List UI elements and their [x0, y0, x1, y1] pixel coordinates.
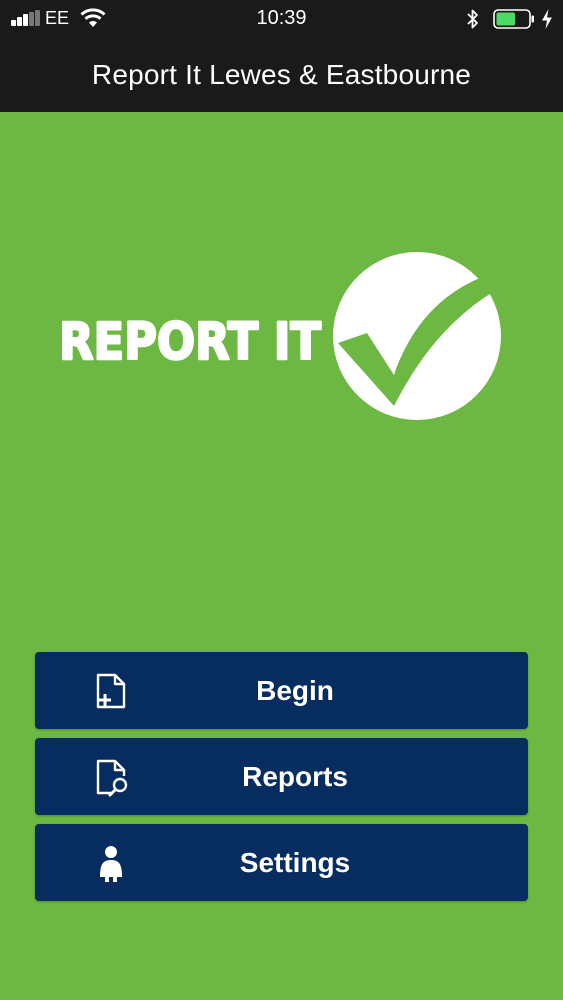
settings-label: Settings [239, 847, 351, 878]
app-screen: EE 10:39 Report It Lewes & Eastbourne RE… [0, 0, 563, 1000]
main-menu: Begin Reports Settings [35, 652, 528, 910]
begin-label: Begin [256, 675, 334, 706]
status-bar: EE 10:39 [0, 0, 563, 38]
checkmark-circle-icon [333, 252, 503, 420]
bluetooth-icon [467, 9, 478, 29]
reports-label: Reports [242, 761, 348, 792]
battery-icon [493, 9, 534, 29]
logo-text: REPORT IT [59, 313, 321, 372]
charging-icon [542, 9, 552, 29]
reports-button[interactable]: Reports [35, 738, 528, 815]
page-title: Report It Lewes & Eastbourne [91, 59, 472, 90]
app-header: EE 10:39 Report It Lewes & Eastbourne [0, 0, 563, 112]
begin-button[interactable]: Begin [35, 652, 528, 729]
report-it-logo: REPORT IT [58, 252, 503, 420]
settings-button[interactable]: Settings [35, 824, 528, 901]
